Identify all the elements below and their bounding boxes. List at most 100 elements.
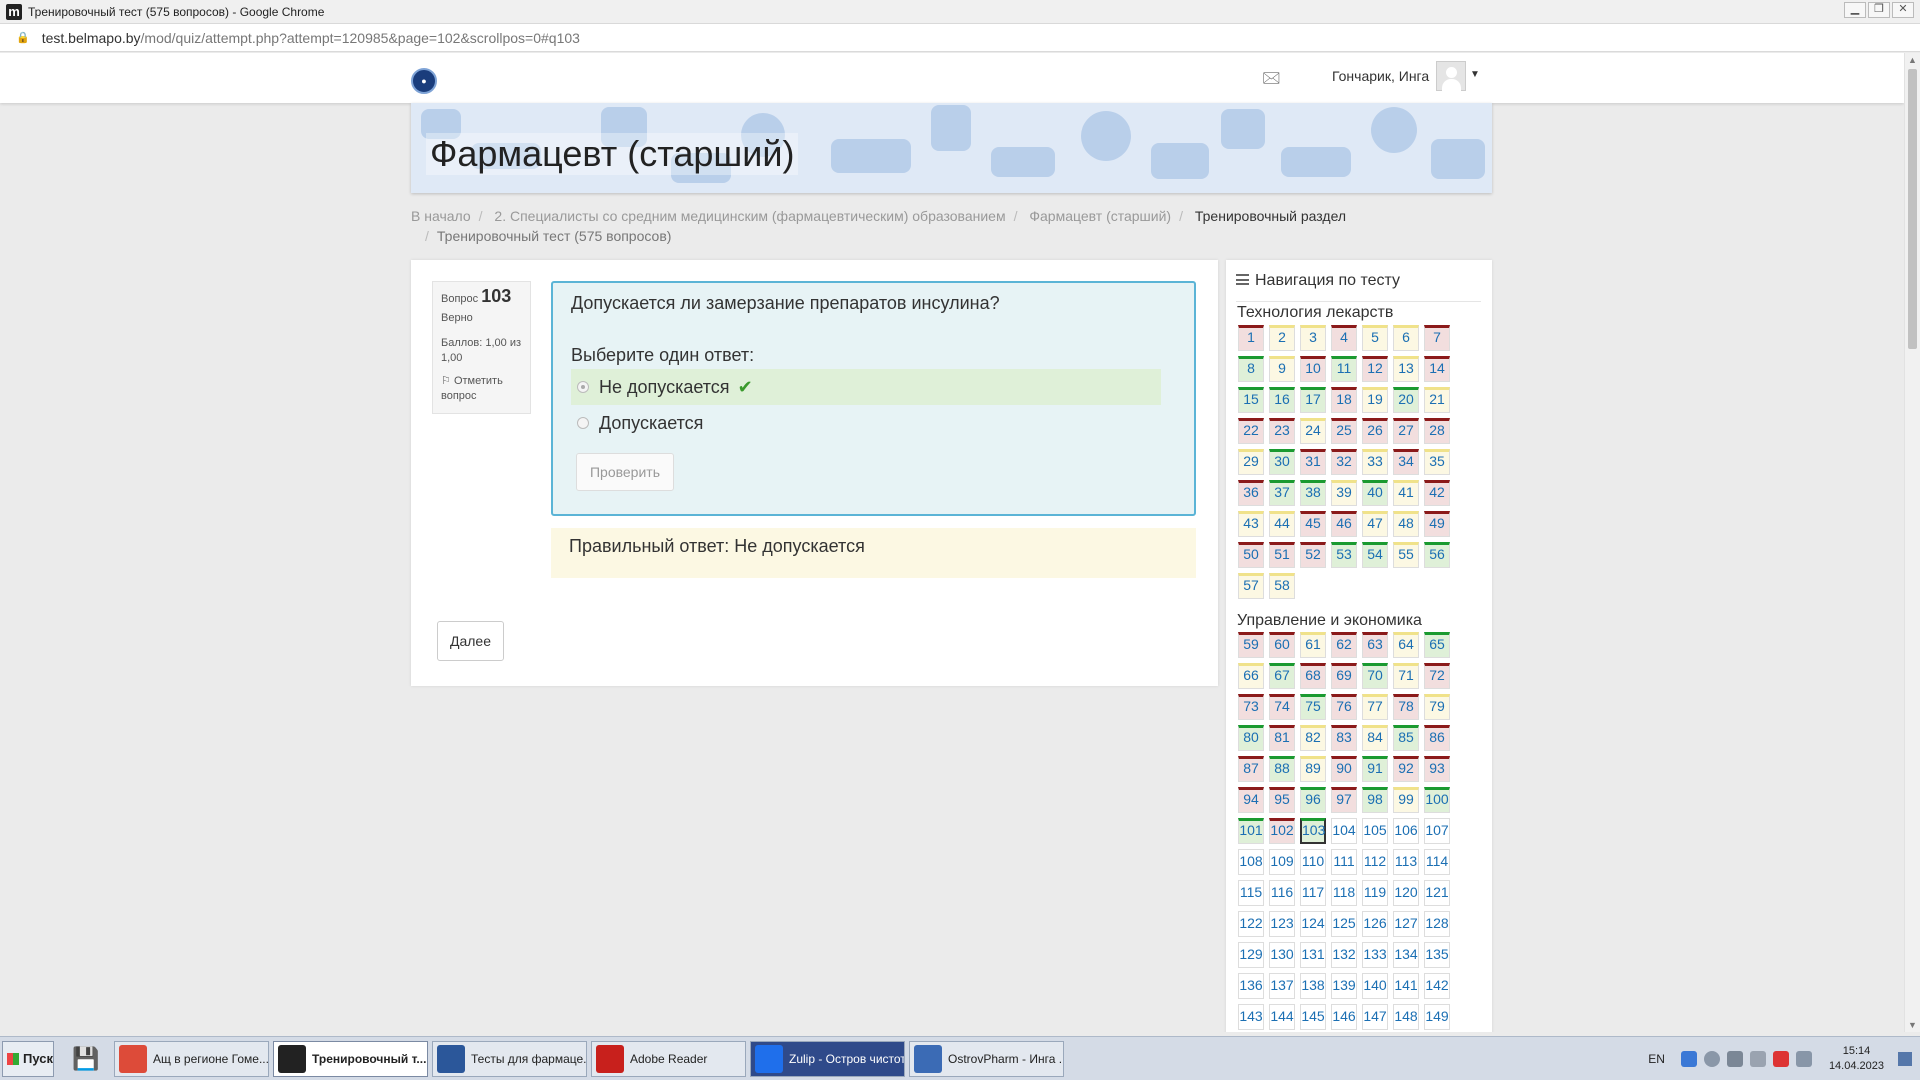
scroll-down-icon[interactable]: ▼ (1908, 1020, 1917, 1030)
quiz-nav-button-66[interactable]: 66 (1238, 663, 1264, 689)
message-tray-icon[interactable]: 🖂 (1262, 67, 1281, 94)
quiz-nav-button-135[interactable]: 135 (1424, 942, 1450, 968)
quiz-nav-button-134[interactable]: 134 (1393, 942, 1419, 968)
radio-button[interactable] (577, 417, 589, 429)
quiz-nav-button-28[interactable]: 28 (1424, 418, 1450, 444)
quiz-nav-button-95[interactable]: 95 (1269, 787, 1295, 813)
quiz-nav-button-7[interactable]: 7 (1424, 325, 1450, 351)
address-bar[interactable]: 🔒 test.belmapo.by/mod/quiz/attempt.php?a… (0, 24, 1920, 52)
quiz-nav-button-47[interactable]: 47 (1362, 511, 1388, 537)
radio-button[interactable] (577, 381, 589, 393)
quiz-nav-button-71[interactable]: 71 (1393, 663, 1419, 689)
quiz-nav-button-13[interactable]: 13 (1393, 356, 1419, 382)
quiz-nav-button-118[interactable]: 118 (1331, 880, 1357, 906)
quiz-nav-button-57[interactable]: 57 (1238, 573, 1264, 599)
quiz-nav-button-113[interactable]: 113 (1393, 849, 1419, 875)
maximize-button[interactable]: ❐ (1868, 2, 1890, 18)
quiz-nav-button-70[interactable]: 70 (1362, 663, 1388, 689)
volume-icon[interactable] (1726, 1051, 1743, 1067)
quiz-nav-button-30[interactable]: 30 (1269, 449, 1295, 475)
quiz-nav-button-31[interactable]: 31 (1300, 449, 1326, 475)
quiz-nav-button-40[interactable]: 40 (1362, 480, 1388, 506)
quiz-nav-button-20[interactable]: 20 (1393, 387, 1419, 413)
flag-question-button[interactable]: ⚐ Отметить вопрос (441, 374, 522, 404)
quiz-nav-button-60[interactable]: 60 (1269, 632, 1295, 658)
quiz-nav-button-76[interactable]: 76 (1331, 694, 1357, 720)
quiz-nav-button-143[interactable]: 143 (1238, 1004, 1264, 1030)
quiz-nav-button-103[interactable]: 103 (1300, 818, 1326, 844)
quiz-nav-button-37[interactable]: 37 (1269, 480, 1295, 506)
quiz-nav-button-73[interactable]: 73 (1238, 694, 1264, 720)
taskbar-task-pdf[interactable]: Adobe Reader (591, 1040, 746, 1077)
quiz-nav-button-17[interactable]: 17 (1300, 387, 1326, 413)
quiz-nav-button-127[interactable]: 127 (1393, 911, 1419, 937)
quiz-nav-button-44[interactable]: 44 (1269, 511, 1295, 537)
quiz-nav-button-4[interactable]: 4 (1331, 325, 1357, 351)
quiz-nav-button-91[interactable]: 91 (1362, 756, 1388, 782)
quiz-nav-button-109[interactable]: 109 (1269, 849, 1295, 875)
quiz-nav-button-136[interactable]: 136 (1238, 973, 1264, 999)
quiz-nav-button-75[interactable]: 75 (1300, 694, 1326, 720)
quiz-nav-button-10[interactable]: 10 (1300, 356, 1326, 382)
vertical-scrollbar[interactable]: ▲ ▼ (1904, 53, 1920, 1032)
quiz-nav-button-139[interactable]: 139 (1331, 973, 1357, 999)
quiz-nav-button-101[interactable]: 101 (1238, 818, 1264, 844)
quiz-nav-button-138[interactable]: 138 (1300, 973, 1326, 999)
quiz-nav-button-12[interactable]: 12 (1362, 356, 1388, 382)
quiz-nav-button-81[interactable]: 81 (1269, 725, 1295, 751)
breadcrumb-section[interactable]: Тренировочный раздел (1195, 208, 1346, 224)
quiz-nav-button-121[interactable]: 121 (1424, 880, 1450, 906)
quiz-nav-button-59[interactable]: 59 (1238, 632, 1264, 658)
start-button[interactable]: Пуск (2, 1040, 54, 1077)
quiz-nav-button-111[interactable]: 111 (1331, 849, 1357, 875)
quiz-nav-button-129[interactable]: 129 (1238, 942, 1264, 968)
quiz-nav-button-97[interactable]: 97 (1331, 787, 1357, 813)
quiz-nav-button-69[interactable]: 69 (1331, 663, 1357, 689)
quiz-nav-button-1[interactable]: 1 (1238, 325, 1264, 351)
quiz-nav-button-46[interactable]: 46 (1331, 511, 1357, 537)
quiz-nav-button-25[interactable]: 25 (1331, 418, 1357, 444)
quiz-nav-button-132[interactable]: 132 (1331, 942, 1357, 968)
quiz-nav-button-119[interactable]: 119 (1362, 880, 1388, 906)
quiz-nav-button-87[interactable]: 87 (1238, 756, 1264, 782)
quiz-nav-button-112[interactable]: 112 (1362, 849, 1388, 875)
quiz-nav-button-83[interactable]: 83 (1331, 725, 1357, 751)
quiz-nav-button-88[interactable]: 88 (1269, 756, 1295, 782)
quiz-nav-button-141[interactable]: 141 (1393, 973, 1419, 999)
user-name[interactable]: Гончарик, Инга (1332, 68, 1429, 84)
quiz-nav-button-49[interactable]: 49 (1424, 511, 1450, 537)
display-icon[interactable] (1795, 1051, 1812, 1067)
quiz-nav-button-21[interactable]: 21 (1424, 387, 1450, 413)
quiz-nav-button-128[interactable]: 128 (1424, 911, 1450, 937)
breadcrumb-course[interactable]: Фармацевт (старший) (1029, 208, 1171, 224)
quiz-nav-button-147[interactable]: 147 (1362, 1004, 1388, 1030)
quiz-nav-button-18[interactable]: 18 (1331, 387, 1357, 413)
quiz-nav-button-22[interactable]: 22 (1238, 418, 1264, 444)
quiz-nav-button-77[interactable]: 77 (1362, 694, 1388, 720)
printer-icon[interactable] (1749, 1051, 1766, 1067)
belmapo-logo-icon[interactable]: ● (411, 68, 437, 94)
quiz-nav-button-99[interactable]: 99 (1393, 787, 1419, 813)
quiz-nav-button-120[interactable]: 120 (1393, 880, 1419, 906)
quiz-nav-button-2[interactable]: 2 (1269, 325, 1295, 351)
quiz-nav-button-108[interactable]: 108 (1238, 849, 1264, 875)
scroll-up-icon[interactable]: ▲ (1908, 55, 1917, 65)
quiz-nav-button-52[interactable]: 52 (1300, 542, 1326, 568)
quiz-nav-button-116[interactable]: 116 (1269, 880, 1295, 906)
quiz-nav-button-94[interactable]: 94 (1238, 787, 1264, 813)
quiz-nav-button-105[interactable]: 105 (1362, 818, 1388, 844)
show-desktop-icon[interactable] (1898, 1052, 1912, 1066)
quiz-nav-button-90[interactable]: 90 (1331, 756, 1357, 782)
quiz-nav-button-126[interactable]: 126 (1362, 911, 1388, 937)
quiz-nav-button-96[interactable]: 96 (1300, 787, 1326, 813)
minimize-button[interactable]: ▁ (1844, 2, 1866, 18)
taskbar-task-word[interactable]: Тесты для фармаце... (432, 1040, 587, 1077)
breadcrumb-quiz[interactable]: Тренировочный тест (575 вопросов) (437, 228, 672, 244)
quiz-nav-button-85[interactable]: 85 (1393, 725, 1419, 751)
quiz-nav-button-100[interactable]: 100 (1424, 787, 1450, 813)
quiz-nav-button-56[interactable]: 56 (1424, 542, 1450, 568)
taskbar-task-zulip[interactable]: Zulip - Остров чистоты (750, 1040, 905, 1077)
breadcrumb-category[interactable]: 2. Специалисты со средним медицинским (ф… (494, 208, 1005, 224)
quiz-nav-button-117[interactable]: 117 (1300, 880, 1326, 906)
taskbar-task-ostrov[interactable]: OstrovPharm - Инга ... (909, 1040, 1064, 1077)
